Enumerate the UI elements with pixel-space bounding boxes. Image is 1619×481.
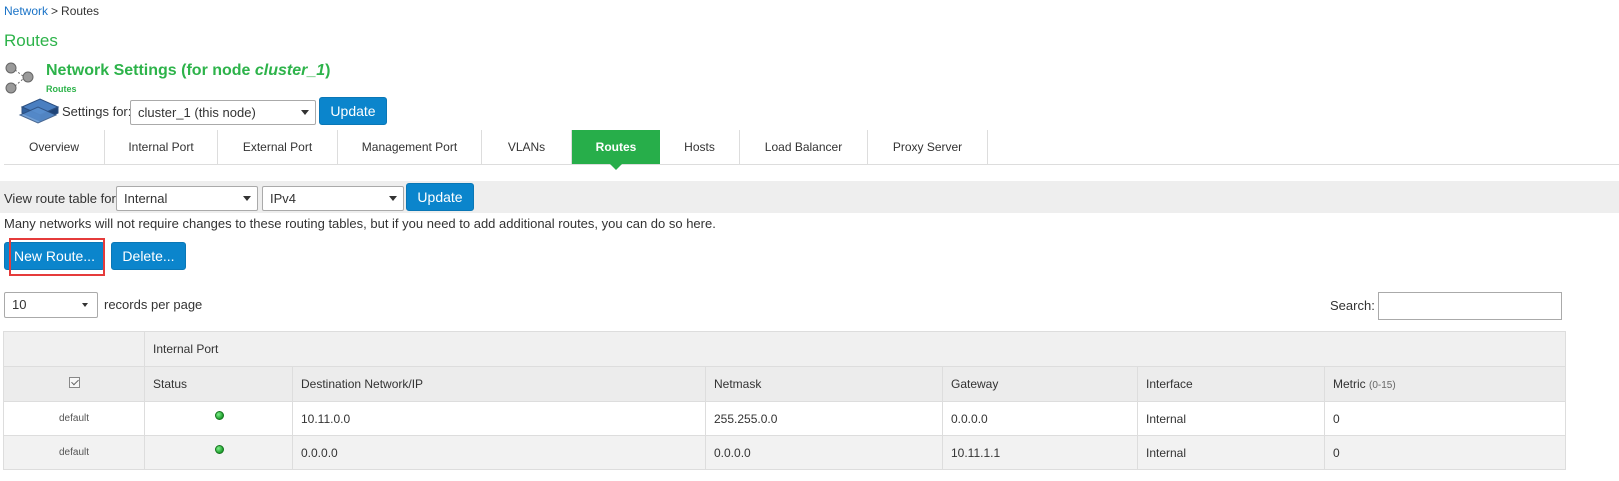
tab-internal-port[interactable]: Internal Port: [105, 130, 218, 164]
metric-label: Metric: [1333, 377, 1366, 391]
ip-version-select[interactable]: IPv4: [262, 186, 404, 211]
chevron-down-icon: [243, 196, 251, 201]
tab-proxy-server[interactable]: Proxy Server: [868, 130, 988, 164]
ip-version-value: IPv4: [270, 191, 297, 206]
tab-management-port[interactable]: Management Port: [338, 130, 482, 164]
row-netmask: 0.0.0.0: [705, 435, 943, 470]
settings-update-button[interactable]: Update: [319, 97, 387, 125]
table-group-header-row: Internal Port: [3, 331, 1567, 367]
tab-bar: Overview Internal Port External Port Man…: [4, 130, 1619, 170]
table-header-row: Status Destination Network/IP Netmask Ga…: [3, 366, 1567, 402]
route-table-value: Internal: [124, 191, 168, 206]
metric-range: (0-15): [1369, 380, 1396, 391]
row-status: [144, 401, 293, 436]
row-destination: 10.11.0.0: [292, 401, 706, 436]
page-size-select[interactable]: 10: [4, 292, 98, 318]
search-label: Search:: [1330, 298, 1375, 313]
route-table-select[interactable]: Internal: [116, 186, 258, 211]
settings-for-select[interactable]: cluster_1 (this node): [130, 100, 316, 125]
chevron-down-icon: [82, 303, 88, 307]
row-netmask: 255.255.0.0: [705, 401, 943, 436]
row-status: [144, 435, 293, 470]
network-device-icon: [18, 98, 60, 124]
tab-routes-label: Routes: [595, 140, 637, 154]
row-gateway: 10.11.1.1: [942, 435, 1138, 470]
route-table-update-button[interactable]: Update: [406, 183, 474, 211]
column-header-destination[interactable]: Destination Network/IP: [292, 366, 706, 402]
status-green-dot-icon: [215, 410, 224, 420]
column-header-gateway[interactable]: Gateway: [942, 366, 1138, 402]
records-per-page-label: records per page: [104, 297, 203, 312]
settings-subtitle: Routes: [46, 84, 77, 94]
chevron-down-icon: [389, 196, 397, 201]
tab-routes[interactable]: Routes: [572, 130, 660, 170]
row-metric: 0: [1323, 401, 1567, 436]
tab-hosts[interactable]: Hosts: [660, 130, 740, 164]
search-input[interactable]: [1378, 292, 1562, 320]
settings-title-node: cluster_1: [254, 62, 326, 79]
column-header-netmask[interactable]: Netmask: [705, 366, 943, 402]
page-size-value: 10: [12, 297, 27, 312]
delete-button[interactable]: Delete...: [111, 242, 186, 270]
routes-table: Internal Port Status Destination Network…: [3, 331, 1567, 470]
chevron-down-icon: [301, 110, 309, 115]
settings-title: Network Settings (for node cluster_1): [46, 62, 331, 80]
row-gateway: 0.0.0.0: [942, 401, 1138, 436]
settings-title-prefix: Network Settings (for node: [46, 62, 255, 79]
table-group-spacer: [3, 331, 145, 367]
settings-for-label: Settings for:: [62, 104, 132, 119]
column-header-status[interactable]: Status: [144, 366, 293, 402]
status-green-dot-icon: [215, 444, 224, 454]
row-destination: 0.0.0.0: [292, 435, 706, 470]
checkbox-icon[interactable]: [68, 377, 80, 388]
settings-for-value: cluster_1 (this node): [138, 105, 256, 120]
intro-text: Many networks will not require changes t…: [4, 216, 716, 231]
table-group-header: Internal Port: [143, 331, 1567, 367]
tab-vlans[interactable]: VLANs: [482, 130, 572, 164]
breadcrumb-link-network[interactable]: Network: [4, 4, 48, 18]
column-header-metric[interactable]: Metric (0-15): [1323, 366, 1567, 402]
cluster-node-icon: [5, 62, 34, 94]
breadcrumb-separator: >: [51, 4, 59, 18]
settings-title-suffix: ): [325, 62, 331, 79]
page-title: Routes: [4, 31, 58, 50]
row-type: default: [3, 401, 145, 436]
table-row[interactable]: default 10.11.0.0 255.255.0.0 0.0.0.0 In…: [3, 401, 1567, 436]
active-tab-pointer: [610, 164, 622, 170]
row-metric: 0: [1323, 435, 1567, 470]
column-header-interface[interactable]: Interface: [1137, 366, 1325, 402]
highlight-annotation: [9, 238, 105, 276]
tab-load-balancer[interactable]: Load Balancer: [740, 130, 868, 164]
row-interface: Internal: [1137, 435, 1325, 470]
tab-overview[interactable]: Overview: [4, 130, 105, 164]
breadcrumb: Network > Routes: [4, 4, 99, 18]
breadcrumb-current: Routes: [61, 4, 100, 18]
route-table-label: View route table for:: [4, 191, 120, 206]
tab-external-port[interactable]: External Port: [218, 130, 338, 164]
select-all-column[interactable]: [3, 366, 145, 402]
table-row[interactable]: default 0.0.0.0 0.0.0.0 10.11.1.1 Intern…: [3, 435, 1567, 470]
row-type: default: [3, 435, 145, 470]
row-interface: Internal: [1137, 401, 1325, 436]
